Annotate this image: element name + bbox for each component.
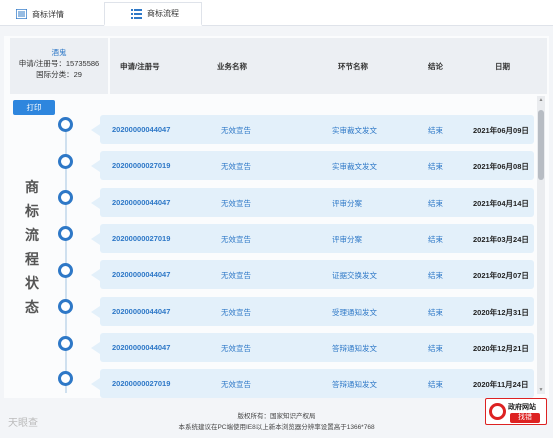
scrollbar-thumb[interactable] [538, 110, 544, 180]
table-header: 申请/注册号 业务名称 环节名称 结论 日期 [110, 38, 547, 94]
table-row: 20200000044047 无效宣告 答辩通知发文 结束 2020年12月21… [91, 333, 534, 362]
table-row: 20200000044047 无效宣告 证据交换发文 结束 2021年02月07… [91, 260, 534, 289]
footer: 版权所有：国家知识产权局 本系统建议在PC端使用IE8以上新本浏览器分辨率设置高… [0, 402, 553, 438]
date: 2020年12月21日 [473, 344, 529, 353]
trademark-name[interactable]: 酒鬼 [10, 47, 108, 58]
result: 结束 [428, 380, 443, 389]
tab-label: 商标详情 [32, 9, 64, 19]
step-name: 受理通知发文 [332, 308, 377, 317]
timeline-node [58, 299, 73, 314]
step-name: 实审裁文发文 [332, 126, 377, 135]
reg-no-link[interactable]: 20200000044047 [112, 270, 170, 279]
result: 结束 [428, 271, 443, 280]
trademark-info-card: 酒鬼 申请/注册号：15735586 国际分类：29 [10, 38, 108, 94]
reg-no-link[interactable]: 20200000027019 [112, 234, 170, 243]
magnifier-icon [489, 403, 506, 420]
badge-title: 政府网站 [508, 404, 536, 411]
date: 2021年04月14日 [473, 199, 529, 208]
date: 2020年11月24日 [473, 380, 529, 389]
step-name: 评审分案 [332, 235, 362, 244]
report-error-button[interactable]: 找错 [510, 413, 540, 423]
vertical-scrollbar[interactable]: ▲ ▼ [537, 96, 545, 394]
timeline-node [58, 154, 73, 169]
international-class: 国际分类：29 [36, 70, 82, 79]
step-name: 证据交换发文 [332, 271, 377, 280]
step-name: 答辩通知发文 [332, 344, 377, 353]
scroll-up-arrow-icon[interactable]: ▲ [538, 97, 544, 103]
tab-bar: 商标详情 商标流程 [0, 0, 553, 26]
scroll-down-arrow-icon[interactable]: ▼ [538, 387, 544, 393]
browser-note: 本系统建议在PC端使用IE8以上新本浏览器分辨率设置高于1366*768 [178, 424, 375, 431]
table-row: 20200000044047 无效宣告 受理通知发文 结束 2020年12月31… [91, 297, 534, 326]
step-name: 评审分案 [332, 199, 362, 208]
timeline-node [58, 190, 73, 205]
business-name: 无效宣告 [221, 344, 251, 353]
timeline-node [58, 263, 73, 278]
business-name: 无效宣告 [221, 380, 251, 389]
reg-no-link[interactable]: 20200000027019 [112, 161, 170, 170]
result: 结束 [428, 126, 443, 135]
result: 结束 [428, 162, 443, 171]
business-name: 无效宣告 [221, 235, 251, 244]
table-row: 20200000044047 无效宣告 评审分案 结束 2021年04月14日 [91, 188, 534, 217]
reg-no-link[interactable]: 20200000044047 [112, 125, 170, 134]
column-header-result: 结论 [428, 62, 443, 71]
watermark-logo: 天眼查 [8, 418, 38, 429]
result: 结束 [428, 344, 443, 353]
table-row: 20200000027019 无效宣告 实审裁文发文 结束 2021年06月08… [91, 151, 534, 180]
step-name: 实审裁文发文 [332, 162, 377, 171]
table-row: 20200000027019 无效宣告 评审分案 结束 2021年03月24日 [91, 224, 534, 253]
reg-no-link[interactable]: 20200000044047 [112, 198, 170, 207]
business-name: 无效宣告 [221, 271, 251, 280]
reg-no-link[interactable]: 20200000027019 [112, 379, 170, 388]
business-name: 无效宣告 [221, 199, 251, 208]
result: 结束 [428, 235, 443, 244]
business-name: 无效宣告 [221, 126, 251, 135]
list-icon [16, 9, 27, 19]
column-header-business: 业务名称 [217, 62, 247, 71]
tab-trademark-details[interactable]: 商标详情 [8, 2, 94, 26]
table-row: 20200000044047 无效宣告 实审裁文发文 结束 2021年06月09… [91, 115, 534, 144]
tab-label: 商标流程 [147, 9, 179, 18]
flow-status-title: 商 标 流 程 状 态 [25, 179, 39, 315]
date: 2021年02月07日 [473, 271, 529, 280]
column-header-reg-no: 申请/注册号 [120, 62, 160, 71]
step-name: 答辩通知发文 [332, 380, 377, 389]
business-name: 无效宣告 [221, 162, 251, 171]
result: 结束 [428, 199, 443, 208]
date: 2020年12月31日 [473, 308, 529, 317]
copyright-text: 版权所有：国家知识产权局 [237, 413, 316, 420]
timeline-node [58, 371, 73, 386]
date: 2021年03月24日 [473, 235, 529, 244]
result: 结束 [428, 308, 443, 317]
tab-trademark-flow[interactable]: 商标流程 [104, 2, 202, 26]
date: 2021年06月09日 [473, 126, 529, 135]
timeline-node [58, 336, 73, 351]
column-header-date: 日期 [495, 62, 510, 71]
reg-no-link[interactable]: 20200000044047 [112, 343, 170, 352]
timeline-node [58, 117, 73, 132]
reg-no-link[interactable]: 20200000044047 [112, 307, 170, 316]
registration-number: 申请/注册号：15735586 [18, 59, 100, 68]
flow-list-icon [131, 8, 142, 19]
timeline-node [58, 226, 73, 241]
table-row: 20200000027019 无效宣告 答辩通知发文 结束 2020年11月24… [91, 369, 534, 398]
date: 2021年06月08日 [473, 162, 529, 171]
business-name: 无效宣告 [221, 308, 251, 317]
government-site-error-badge[interactable]: 政府网站 找错 [485, 398, 547, 425]
print-button[interactable]: 打印 [13, 100, 55, 115]
column-header-step: 环节名称 [338, 62, 368, 71]
